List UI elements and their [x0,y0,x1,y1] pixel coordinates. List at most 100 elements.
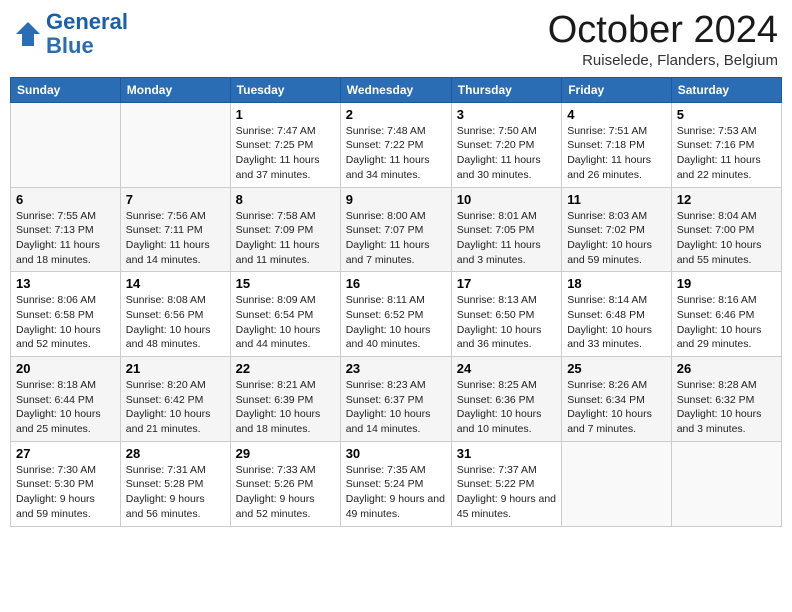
day-info: Sunrise: 7:55 AM Sunset: 7:13 PM Dayligh… [16,209,115,268]
day-info: Sunrise: 7:51 AM Sunset: 7:18 PM Dayligh… [567,124,666,183]
calendar-cell: 25 Sunrise: 8:26 AM Sunset: 6:34 PM Dayli… [562,357,672,442]
day-info: Sunrise: 7:56 AM Sunset: 7:11 PM Dayligh… [126,209,225,268]
calendar-cell: 19Sunrise: 8:16 AM Sunset: 6:46 PM Dayli… [671,272,781,357]
day-number: 28 [126,446,225,461]
calendar-cell: 1Sunrise: 7:47 AM Sunset: 7:25 PM Daylig… [230,102,340,187]
day-number: 26 [677,361,776,376]
calendar-header-row: SundayMondayTuesdayWednesdayThursdayFrid… [11,77,782,102]
day-number: 7 [126,192,225,207]
day-info: Sunrise: 8:25 AM Sunset: 6:36 PM Dayligh… [457,378,556,437]
day-info: Sunrise: 7:47 AM Sunset: 7:25 PM Dayligh… [236,124,335,183]
calendar-cell: 7 Sunrise: 7:56 AM Sunset: 7:11 PM Daylig… [120,187,230,272]
logo-line1: General [46,9,128,34]
calendar-cell [562,441,672,526]
day-info: Sunrise: 8:18 AM Sunset: 6:44 PM Dayligh… [16,378,115,437]
day-number: 21 [126,361,225,376]
calendar-cell [120,102,230,187]
day-number: 31 [457,446,556,461]
day-info: Sunrise: 7:30 AM Sunset: 5:30 PM Dayligh… [16,463,115,522]
day-number: 9 [346,192,446,207]
day-number: 22 [236,361,335,376]
calendar-cell: 20 Sunrise: 8:18 AM Sunset: 6:44 PM Dayli… [11,357,121,442]
day-number: 23 [346,361,446,376]
day-header-saturday: Saturday [671,77,781,102]
calendar-cell: 2Sunrise: 7:48 AM Sunset: 7:22 PM Daylig… [340,102,451,187]
calendar-week-4: 20 Sunrise: 8:18 AM Sunset: 6:44 PM Dayli… [11,357,782,442]
calendar-cell: 9 Sunrise: 8:00 AM Sunset: 7:07 PM Daylig… [340,187,451,272]
day-info: Sunrise: 7:48 AM Sunset: 7:22 PM Dayligh… [346,124,446,183]
calendar-cell: 27 Sunrise: 7:30 AM Sunset: 5:30 PM Dayli… [11,441,121,526]
calendar-cell: 13Sunrise: 8:06 AM Sunset: 6:58 PM Dayli… [11,272,121,357]
calendar-week-3: 13Sunrise: 8:06 AM Sunset: 6:58 PM Dayli… [11,272,782,357]
day-number: 12 [677,192,776,207]
day-number: 3 [457,107,556,122]
calendar-cell: 4 Sunrise: 7:51 AM Sunset: 7:18 PM Daylig… [562,102,672,187]
day-info: Sunrise: 8:13 AM Sunset: 6:50 PM Dayligh… [457,293,556,352]
calendar-cell: 21 Sunrise: 8:20 AM Sunset: 6:42 PM Dayli… [120,357,230,442]
calendar-cell: 10Sunrise: 8:01 AM Sunset: 7:05 PM Dayli… [451,187,561,272]
day-info: Sunrise: 8:28 AM Sunset: 6:32 PM Dayligh… [677,378,776,437]
day-info: Sunrise: 8:14 AM Sunset: 6:48 PM Dayligh… [567,293,666,352]
logo: General Blue [14,10,128,58]
calendar-cell: 18Sunrise: 8:14 AM Sunset: 6:48 PM Dayli… [562,272,672,357]
calendar-cell: 8Sunrise: 7:58 AM Sunset: 7:09 PM Daylig… [230,187,340,272]
month-title: October 2024 [548,10,778,52]
calendar-week-5: 27 Sunrise: 7:30 AM Sunset: 5:30 PM Dayli… [11,441,782,526]
day-number: 27 [16,446,115,461]
calendar-week-1: 1Sunrise: 7:47 AM Sunset: 7:25 PM Daylig… [11,102,782,187]
day-number: 16 [346,276,446,291]
day-number: 6 [16,192,115,207]
calendar-cell: 11 Sunrise: 8:03 AM Sunset: 7:02 PM Dayli… [562,187,672,272]
day-info: Sunrise: 7:31 AM Sunset: 5:28 PM Dayligh… [126,463,225,522]
calendar-cell: 31 Sunrise: 7:37 AM Sunset: 5:22 PM Dayli… [451,441,561,526]
day-number: 4 [567,107,666,122]
day-info: Sunrise: 8:08 AM Sunset: 6:56 PM Dayligh… [126,293,225,352]
day-info: Sunrise: 8:20 AM Sunset: 6:42 PM Dayligh… [126,378,225,437]
day-number: 25 [567,361,666,376]
day-info: Sunrise: 8:03 AM Sunset: 7:02 PM Dayligh… [567,209,666,268]
logo-line2: Blue [46,33,94,58]
day-info: Sunrise: 8:11 AM Sunset: 6:52 PM Dayligh… [346,293,446,352]
calendar-cell [11,102,121,187]
day-header-tuesday: Tuesday [230,77,340,102]
day-number: 20 [16,361,115,376]
day-info: Sunrise: 8:06 AM Sunset: 6:58 PM Dayligh… [16,293,115,352]
day-info: Sunrise: 8:01 AM Sunset: 7:05 PM Dayligh… [457,209,556,268]
day-number: 19 [677,276,776,291]
location-subtitle: Ruiselede, Flanders, Belgium [548,52,778,69]
day-number: 29 [236,446,335,461]
day-info: Sunrise: 7:37 AM Sunset: 5:22 PM Dayligh… [457,463,556,522]
calendar-cell: 12 Sunrise: 8:04 AM Sunset: 7:00 PM Dayli… [671,187,781,272]
day-number: 24 [457,361,556,376]
calendar-cell: 28 Sunrise: 7:31 AM Sunset: 5:28 PM Dayli… [120,441,230,526]
calendar-cell: 5 Sunrise: 7:53 AM Sunset: 7:16 PM Daylig… [671,102,781,187]
day-number: 11 [567,192,666,207]
day-number: 14 [126,276,225,291]
calendar-cell: 6 Sunrise: 7:55 AM Sunset: 7:13 PM Daylig… [11,187,121,272]
day-info: Sunrise: 8:26 AM Sunset: 6:34 PM Dayligh… [567,378,666,437]
day-info: Sunrise: 7:53 AM Sunset: 7:16 PM Dayligh… [677,124,776,183]
day-info: Sunrise: 8:00 AM Sunset: 7:07 PM Dayligh… [346,209,446,268]
day-number: 30 [346,446,446,461]
day-info: Sunrise: 7:58 AM Sunset: 7:09 PM Dayligh… [236,209,335,268]
day-info: Sunrise: 7:35 AM Sunset: 5:24 PM Dayligh… [346,463,446,522]
day-header-sunday: Sunday [11,77,121,102]
calendar-cell: 16 Sunrise: 8:11 AM Sunset: 6:52 PM Dayli… [340,272,451,357]
calendar-week-2: 6 Sunrise: 7:55 AM Sunset: 7:13 PM Daylig… [11,187,782,272]
calendar-cell: 30 Sunrise: 7:35 AM Sunset: 5:24 PM Dayli… [340,441,451,526]
calendar-cell: 15Sunrise: 8:09 AM Sunset: 6:54 PM Dayli… [230,272,340,357]
day-header-monday: Monday [120,77,230,102]
day-info: Sunrise: 8:21 AM Sunset: 6:39 PM Dayligh… [236,378,335,437]
day-info: Sunrise: 7:33 AM Sunset: 5:26 PM Dayligh… [236,463,335,522]
calendar-cell: 23Sunrise: 8:23 AM Sunset: 6:37 PM Dayli… [340,357,451,442]
calendar-cell: 29 Sunrise: 7:33 AM Sunset: 5:26 PM Dayli… [230,441,340,526]
calendar-cell: 24 Sunrise: 8:25 AM Sunset: 6:36 PM Dayli… [451,357,561,442]
calendar-table: SundayMondayTuesdayWednesdayThursdayFrid… [10,77,782,527]
calendar-cell: 26 Sunrise: 8:28 AM Sunset: 6:32 PM Dayli… [671,357,781,442]
day-number: 5 [677,107,776,122]
day-info: Sunrise: 8:09 AM Sunset: 6:54 PM Dayligh… [236,293,335,352]
day-info: Sunrise: 8:04 AM Sunset: 7:00 PM Dayligh… [677,209,776,268]
day-header-thursday: Thursday [451,77,561,102]
day-header-friday: Friday [562,77,672,102]
day-number: 17 [457,276,556,291]
